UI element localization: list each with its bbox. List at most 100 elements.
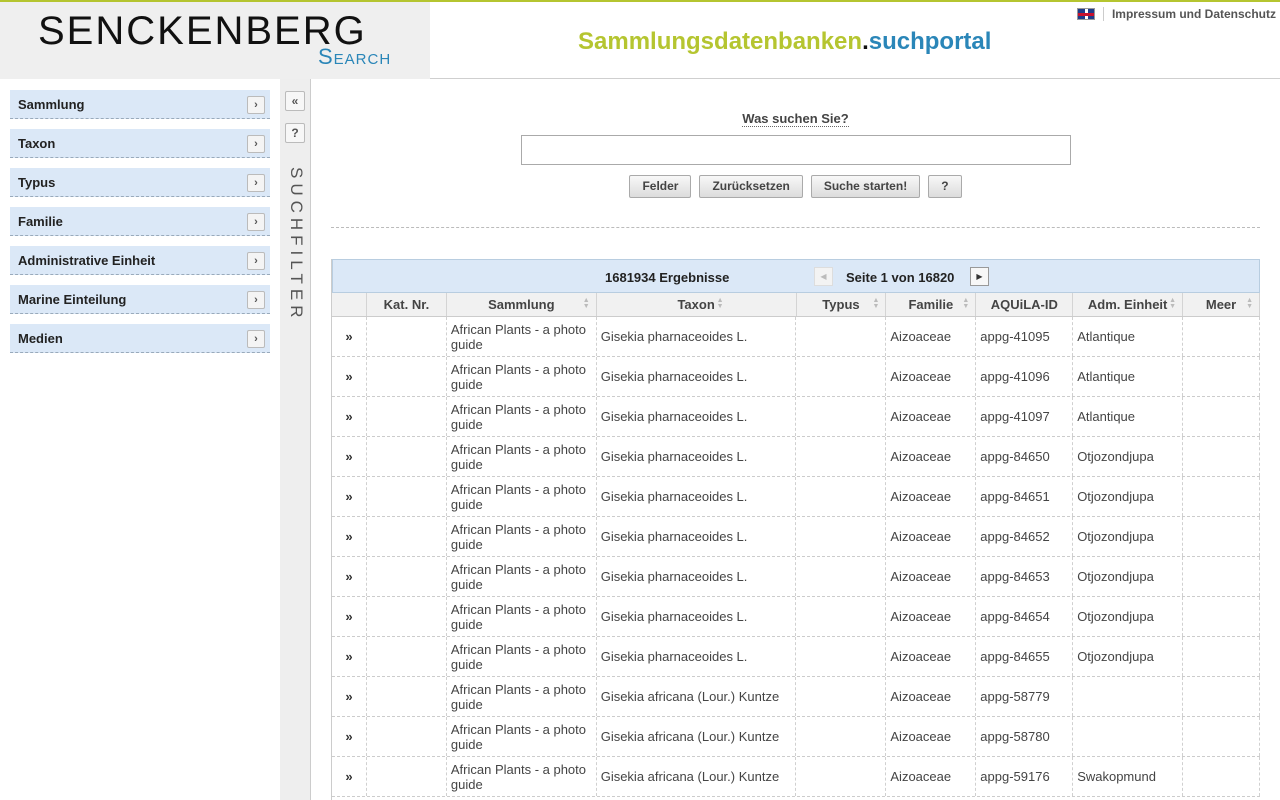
expand-arrow-icon[interactable]: › [247, 174, 265, 192]
column-kat-nr[interactable]: Kat. Nr. [367, 293, 447, 316]
column-label: AQUiLA-ID [990, 297, 1058, 312]
table-row[interactable]: » African Plants - a photo guide Gisekia p… [332, 637, 1260, 677]
expand-row-icon[interactable]: » [332, 757, 367, 796]
cell-sammlung: African Plants - a photo guide [447, 637, 597, 676]
filter-label: Sammlung [18, 96, 85, 112]
cell-adm-einheit: Otjozondjupa [1073, 637, 1184, 676]
expand-row-icon[interactable]: » [332, 437, 367, 476]
expand-row-icon[interactable]: » [332, 677, 367, 716]
table-row[interactable]: » African Plants - a photo guide Gisekia p… [332, 517, 1260, 557]
column-sammlung[interactable]: Sammlung ▲ ▼ [447, 293, 597, 316]
english-flag-icon[interactable] [1076, 8, 1095, 20]
column-label: Sammlung [488, 297, 555, 312]
table-row[interactable]: » African Plants - a photo guide Gisekia a… [332, 677, 1260, 717]
expand-row-icon[interactable]: » [332, 717, 367, 756]
imprint-link[interactable]: Impressum und Datenschutz [1112, 7, 1276, 21]
reset-button[interactable]: Zurücksetzen [699, 175, 803, 198]
column-typus[interactable]: Typus ▲ ▼ [797, 293, 887, 316]
cell-sammlung: African Plants - a photo guide [447, 717, 597, 756]
table-row[interactable]: » African Plants - a photo guide Gisekia a… [332, 757, 1260, 797]
next-page-icon[interactable]: ▶ [970, 267, 989, 286]
column-expand [332, 293, 367, 316]
fields-button[interactable]: Felder [629, 175, 692, 198]
column-meer[interactable]: Meer ▲ ▼ [1183, 293, 1260, 316]
filter-help-icon[interactable]: ? [285, 123, 305, 143]
cell-meer [1183, 517, 1260, 556]
cell-meer [1183, 557, 1260, 596]
column-adm-einheit[interactable]: Adm. Einheit ▲ ▼ [1073, 293, 1184, 316]
cell-sammlung: African Plants - a photo guide [447, 517, 597, 556]
cell-aquila-id: appg-84650 [976, 437, 1074, 476]
table-row[interactable]: » African Plants - a photo guide Gisekia p… [332, 597, 1260, 637]
cell-familie: Aizoaceae [886, 557, 977, 596]
expand-row-icon[interactable]: » [332, 597, 367, 636]
page-indicator: Seite 1 von 16820 [846, 270, 955, 285]
cell-sammlung: African Plants - a photo guide [447, 317, 597, 356]
table-row[interactable]: » African Plants - a photo guide Gisekia p… [332, 357, 1260, 397]
expand-arrow-icon[interactable]: › [247, 252, 265, 270]
filter-medien[interactable]: Medien › [10, 324, 270, 353]
cell-typus [796, 357, 887, 396]
expand-arrow-icon[interactable]: › [247, 135, 265, 153]
expand-row-icon[interactable]: » [332, 637, 367, 676]
expand-row-icon[interactable]: » [332, 317, 367, 356]
table-row[interactable]: » African Plants - a photo guide Gisekia p… [332, 557, 1260, 597]
filter-sammlung[interactable]: Sammlung › [10, 90, 270, 119]
cell-kat-nr [367, 757, 447, 796]
filter-familie[interactable]: Familie › [10, 207, 270, 236]
cell-kat-nr [367, 557, 447, 596]
sort-icon: ▲ ▼ [716, 297, 724, 310]
column-aquila-id[interactable]: AQUiLA-ID [976, 293, 1074, 316]
cell-adm-einheit: Otjozondjupa [1073, 557, 1184, 596]
table-row[interactable]: » African Plants - a photo guide Gisekia a… [332, 717, 1260, 757]
cell-typus [796, 317, 887, 356]
filter-taxon[interactable]: Taxon › [10, 129, 270, 158]
column-label: Meer [1205, 297, 1237, 312]
expand-arrow-icon[interactable]: › [247, 213, 265, 231]
expand-row-icon[interactable]: » [332, 397, 367, 436]
search-help-button[interactable]: ? [928, 175, 962, 198]
expand-arrow-icon[interactable]: › [247, 330, 265, 348]
logo[interactable]: SENCKENBERG Search [0, 2, 430, 79]
cell-aquila-id: appg-84655 [976, 637, 1074, 676]
cell-meer [1183, 597, 1260, 636]
expand-row-icon[interactable]: » [332, 557, 367, 596]
cell-typus [796, 517, 887, 556]
cell-meer [1183, 757, 1260, 796]
expand-arrow-icon[interactable]: › [247, 96, 265, 114]
cell-kat-nr [367, 397, 447, 436]
expand-arrow-icon[interactable]: › [247, 291, 265, 309]
filter-marine-einteilung[interactable]: Marine Einteilung › [10, 285, 270, 314]
expand-row-icon[interactable]: » [332, 357, 367, 396]
cell-adm-einheit: Atlantique [1073, 357, 1184, 396]
portal-title-dot: . [862, 28, 869, 55]
cell-adm-einheit: Swakopmund [1073, 757, 1184, 796]
start-search-button[interactable]: Suche starten! [810, 175, 921, 198]
expand-row-icon[interactable]: » [332, 477, 367, 516]
column-taxon[interactable]: Taxon ▲ ▼ [597, 293, 797, 316]
cell-aquila-id: appg-84654 [976, 597, 1074, 636]
search-input[interactable] [521, 135, 1071, 165]
page-header: SENCKENBERG Search Sammlungsdatenbanken.… [0, 0, 1280, 79]
sort-icon: ▲ ▼ [962, 297, 970, 310]
table-row[interactable]: » African Plants - a photo guide Gisekia p… [332, 437, 1260, 477]
cell-kat-nr [367, 437, 447, 476]
collapse-sidebar-icon[interactable]: « [285, 91, 305, 111]
column-label: Typus [822, 297, 860, 312]
cell-sammlung: African Plants - a photo guide [447, 437, 597, 476]
cell-kat-nr [367, 597, 447, 636]
expand-row-icon[interactable]: » [332, 517, 367, 556]
column-familie[interactable]: Familie ▲ ▼ [886, 293, 977, 316]
sort-icon: ▲ ▼ [582, 297, 590, 310]
table-row[interactable]: » African Plants - a photo guide Gisekia p… [332, 317, 1260, 357]
cell-taxon: Gisekia pharnaceoides L. [597, 557, 797, 596]
table-row[interactable]: » African Plants - a photo guide Gisekia p… [332, 397, 1260, 437]
filter-label: Familie [18, 213, 63, 229]
cell-taxon: Gisekia africana (Lour.) Kuntze [597, 757, 797, 796]
cell-taxon: Gisekia pharnaceoides L. [597, 397, 797, 436]
cell-kat-nr [367, 637, 447, 676]
filter-administrative-einheit[interactable]: Administrative Einheit › [10, 246, 270, 275]
table-row[interactable]: » African Plants - a photo guide Gisekia p… [332, 477, 1260, 517]
suchfilter-label[interactable]: SUCHFILTER [286, 167, 306, 322]
filter-typus[interactable]: Typus › [10, 168, 270, 197]
